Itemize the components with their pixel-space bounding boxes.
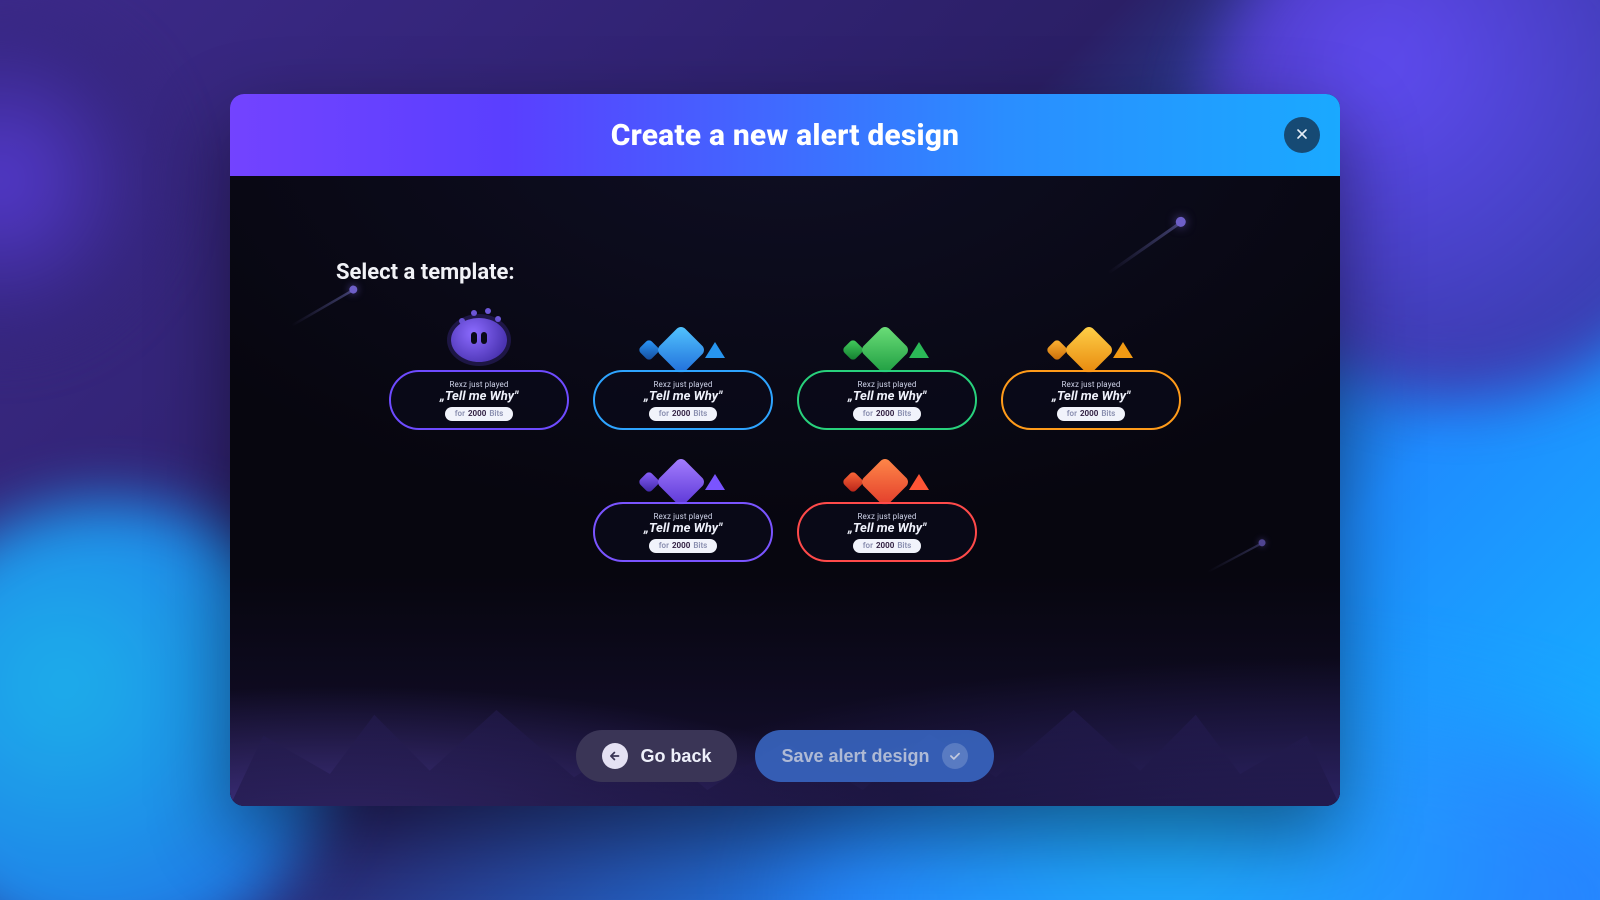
preview-chip: for 2000 Bits xyxy=(649,407,718,421)
chip-prefix: for xyxy=(455,409,465,418)
go-back-button[interactable]: Go back xyxy=(576,730,737,782)
chip-unit: Bits xyxy=(897,409,911,418)
modal-body: Select a template: Rexz just played „Tel… xyxy=(230,176,1340,806)
preview-chip: for 2000 Bits xyxy=(853,407,922,421)
modal-title: Create a new alert design xyxy=(611,118,960,153)
chip-prefix: for xyxy=(659,541,669,550)
preview-line1: Rexz just played xyxy=(858,512,917,521)
preview-line2: „Tell me Why" xyxy=(644,521,722,536)
chip-unit: Bits xyxy=(897,541,911,550)
template-preview-pill: Rexz just played „Tell me Why" for 2000 … xyxy=(593,502,773,562)
mascot-icon xyxy=(451,318,507,362)
template-card-orange-gems[interactable]: Rexz just played „Tell me Why" for 2000 … xyxy=(991,324,1191,444)
chip-amount: 2000 xyxy=(1080,409,1098,418)
preview-chip: for 2000 Bits xyxy=(1057,407,1126,421)
chip-unit: Bits xyxy=(489,409,503,418)
chip-unit: Bits xyxy=(693,541,707,550)
modal-header: Create a new alert design xyxy=(230,94,1340,176)
template-preview-pill: Rexz just played „Tell me Why" for 2000 … xyxy=(797,502,977,562)
chip-amount: 2000 xyxy=(672,409,690,418)
preview-line1: Rexz just played xyxy=(654,512,713,521)
go-back-label: Go back xyxy=(640,746,711,767)
template-card-red-gems[interactable]: Rexz just played „Tell me Why" for 2000 … xyxy=(787,456,987,576)
chip-prefix: for xyxy=(863,541,873,550)
chip-unit: Bits xyxy=(693,409,707,418)
template-card-purple-mascot[interactable]: Rexz just played „Tell me Why" for 2000 … xyxy=(379,324,579,444)
template-card-violet-gems[interactable]: Rexz just played „Tell me Why" for 2000 … xyxy=(583,456,783,576)
preview-line1: Rexz just played xyxy=(858,380,917,389)
chip-prefix: for xyxy=(659,409,669,418)
preview-line1: Rexz just played xyxy=(450,380,509,389)
template-preview-pill: Rexz just played „Tell me Why" for 2000 … xyxy=(1001,370,1181,430)
preview-line2: „Tell me Why" xyxy=(848,389,926,404)
save-alert-design-button[interactable]: Save alert design xyxy=(755,730,993,782)
arrow-left-icon xyxy=(602,743,628,769)
close-icon xyxy=(1294,126,1310,145)
preview-chip: for 2000 Bits xyxy=(445,407,514,421)
template-preview-pill: Rexz just played „Tell me Why" for 2000 … xyxy=(797,370,977,430)
template-grid: Rexz just played „Tell me Why" for 2000 … xyxy=(350,324,1220,576)
preview-line2: „Tell me Why" xyxy=(1052,389,1130,404)
preview-line1: Rexz just played xyxy=(1062,380,1121,389)
chip-prefix: for xyxy=(863,409,873,418)
preview-line2: „Tell me Why" xyxy=(440,389,518,404)
chip-amount: 2000 xyxy=(876,409,894,418)
template-preview-pill: Rexz just played „Tell me Why" for 2000 … xyxy=(593,370,773,430)
chip-amount: 2000 xyxy=(876,541,894,550)
chip-amount: 2000 xyxy=(468,409,486,418)
preview-line1: Rexz just played xyxy=(654,380,713,389)
template-card-green-gems[interactable]: Rexz just played „Tell me Why" for 2000 … xyxy=(787,324,987,444)
preview-chip: for 2000 Bits xyxy=(853,539,922,553)
section-title: Select a template: xyxy=(336,260,515,285)
modal: Create a new alert design Select a templ… xyxy=(230,94,1340,806)
save-alert-design-label: Save alert design xyxy=(781,746,929,767)
template-preview-pill: Rexz just played „Tell me Why" for 2000 … xyxy=(389,370,569,430)
chip-prefix: for xyxy=(1067,409,1077,418)
chip-unit: Bits xyxy=(1101,409,1115,418)
chip-amount: 2000 xyxy=(672,541,690,550)
check-circle-icon xyxy=(942,743,968,769)
template-card-blue-gems[interactable]: Rexz just played „Tell me Why" for 2000 … xyxy=(583,324,783,444)
close-button[interactable] xyxy=(1284,117,1320,153)
preview-line2: „Tell me Why" xyxy=(644,389,722,404)
modal-footer: Go back Save alert design xyxy=(230,730,1340,782)
preview-line2: „Tell me Why" xyxy=(848,521,926,536)
preview-chip: for 2000 Bits xyxy=(649,539,718,553)
